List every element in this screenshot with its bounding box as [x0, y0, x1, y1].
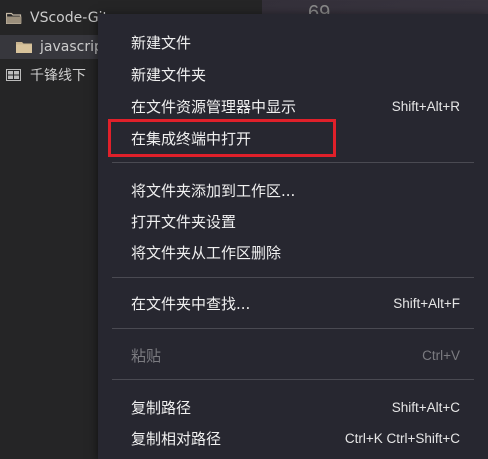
- menu-item-paste: 粘贴 Ctrl+V: [98, 339, 488, 371]
- menu-item-label: 新建文件: [131, 33, 192, 52]
- context-menu: 新建文件 新建文件夹 在文件资源管理器中显示 Shift+Alt+R 在集成终端…: [98, 14, 488, 459]
- menu-item-find-in-folder[interactable]: 在文件夹中查找... Shift+Alt+F: [98, 287, 488, 319]
- menu-item-label: 粘贴: [131, 346, 162, 365]
- menu-item-open-folder-settings[interactable]: 打开文件夹设置: [98, 205, 488, 237]
- tree-item-label: 千锋线下: [30, 68, 86, 84]
- folder-open-icon: [6, 12, 22, 24]
- menu-item-shortcut: Shift+Alt+F: [393, 295, 460, 311]
- menu-separator: [112, 379, 474, 380]
- menu-item-label: 复制路径: [131, 398, 192, 417]
- menu-item-label: 将文件夹从工作区删除: [131, 243, 282, 262]
- menu-item-remove-folder-from-workspace[interactable]: 将文件夹从工作区删除: [98, 236, 488, 268]
- menu-item-shortcut: Ctrl+V: [422, 347, 460, 363]
- tree-item-workspace[interactable]: 千锋线下: [6, 63, 86, 87]
- folder-icon: [16, 41, 32, 53]
- menu-item-label: 在文件资源管理器中显示: [131, 97, 297, 116]
- tree-item-javascript[interactable]: javascript: [0, 35, 110, 59]
- menu-separator: [112, 277, 474, 278]
- menu-item-add-folder-to-workspace[interactable]: 将文件夹添加到工作区...: [98, 174, 488, 206]
- tree-item-vscode-git[interactable]: VScode-Git: [6, 6, 108, 30]
- menu-item-copy-relative-path[interactable]: 复制相对路径 Ctrl+K Ctrl+Shift+C: [98, 422, 488, 454]
- tree-item-label: VScode-Git: [30, 10, 109, 26]
- menu-item-shortcut: Ctrl+K Ctrl+Shift+C: [344, 430, 460, 446]
- menu-item-reveal-in-explorer[interactable]: 在文件资源管理器中显示 Shift+Alt+R: [98, 90, 488, 122]
- menu-item-shortcut: Shift+Alt+C: [391, 399, 460, 415]
- menu-item-shortcut: Shift+Alt+R: [391, 98, 460, 114]
- menu-separator: [112, 162, 474, 163]
- menu-item-label: 将文件夹添加到工作区...: [131, 181, 296, 200]
- menu-item-label: 新建文件夹: [131, 65, 207, 84]
- menu-item-new-file[interactable]: 新建文件: [98, 26, 488, 58]
- menu-item-open-in-terminal[interactable]: 在集成终端中打开: [98, 122, 488, 154]
- menu-item-label: 打开文件夹设置: [131, 212, 237, 231]
- menu-item-label: 在文件夹中查找...: [131, 294, 251, 313]
- workspace-icon: [6, 69, 22, 81]
- menu-item-copy-path[interactable]: 复制路径 Shift+Alt+C: [98, 391, 488, 423]
- menu-separator: [112, 328, 474, 329]
- menu-item-label: 在集成终端中打开: [131, 129, 252, 148]
- menu-item-new-folder[interactable]: 新建文件夹: [98, 58, 488, 90]
- menu-item-label: 复制相对路径: [131, 429, 222, 448]
